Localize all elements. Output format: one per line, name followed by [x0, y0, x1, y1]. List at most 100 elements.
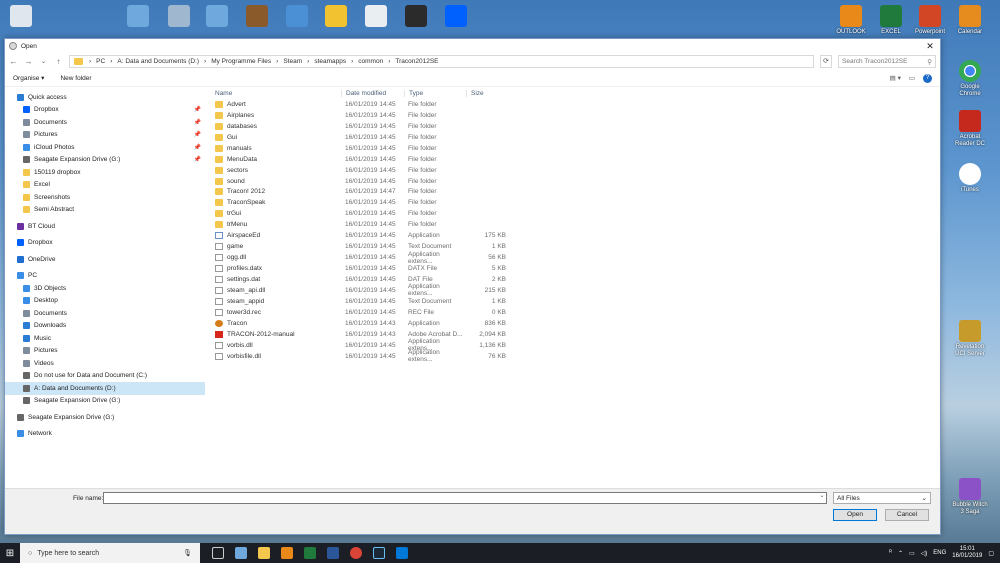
breadcrumb-separator-icon[interactable]: ›: [110, 58, 112, 65]
pin-icon[interactable]: 📌: [194, 144, 201, 151]
file-row[interactable]: steam_api.dll 16/01/2019 14:45 Application…: [205, 283, 940, 297]
nav-item[interactable]: 3D Objects: [5, 282, 205, 295]
desktop-icon-chrome[interactable]: Google Chrome: [951, 60, 989, 98]
nav-item[interactable]: Do not use for Data and Document (C:): [5, 370, 205, 383]
file-name-input[interactable]: [103, 492, 827, 504]
edge-taskbar-icon[interactable]: [396, 547, 408, 559]
nav-item[interactable]: Desktop: [5, 295, 205, 308]
nav-item[interactable]: Documents: [5, 307, 205, 320]
file-row[interactable]: trGui 16/01/2019 14:45 File folder: [205, 208, 940, 219]
nav-item[interactable]: Pictures: [5, 345, 205, 358]
breadcrumb-item[interactable]: Tracon2012SE: [395, 58, 438, 65]
breadcrumb-item[interactable]: steamapps: [314, 58, 346, 65]
desktop-top-icon[interactable]: [246, 5, 268, 27]
cancel-button[interactable]: Cancel: [885, 509, 929, 521]
file-row[interactable]: Tracon 16/01/2019 14:43 Application 836 KB: [205, 318, 940, 329]
pin-icon[interactable]: 📌: [194, 131, 201, 138]
recent-chevron-icon[interactable]: ⌄: [39, 58, 48, 65]
desktop-icon-bubble-witch[interactable]: Bubble Witch 3 Saga: [951, 478, 989, 516]
breadcrumb-separator-icon[interactable]: ›: [388, 58, 390, 65]
excel-taskbar-icon[interactable]: [304, 547, 316, 559]
search-input[interactable]: Search Tracon2012SE: [842, 58, 907, 65]
nav-item[interactable]: Seagate Expansion Drive (G:): [5, 411, 205, 424]
chrome-taskbar-icon[interactable]: [350, 547, 362, 559]
breadcrumb-separator-icon[interactable]: ›: [307, 58, 309, 65]
nav-item[interactable]: Semi Abstract: [5, 204, 205, 217]
search-box[interactable]: Search Tracon2012SE ⚲: [838, 55, 936, 68]
breadcrumb-separator-icon[interactable]: ›: [89, 58, 91, 65]
desktop-top-icon[interactable]: [405, 5, 427, 27]
breadcrumb-separator-icon[interactable]: ›: [276, 58, 278, 65]
show-hidden-icons-icon[interactable]: ⌃: [898, 550, 903, 557]
column-header-type[interactable]: Type: [404, 89, 466, 97]
outlook-taskbar-icon[interactable]: [281, 547, 293, 559]
desktop-top-icon[interactable]: [445, 5, 467, 27]
input-language[interactable]: ENG: [933, 550, 946, 556]
file-row[interactable]: profiles.datx 16/01/2019 14:45 DATX File 5 …: [205, 263, 940, 274]
taskbar-search[interactable]: ○ Type here to search 🎙: [20, 543, 200, 563]
file-row[interactable]: vorbis.dll 16/01/2019 14:45 Application ex…: [205, 338, 940, 352]
file-row[interactable]: TRACON-2012-manual 16/01/2019 14:43 Adobe …: [205, 329, 940, 340]
desktop-top-icon[interactable]: [206, 5, 228, 27]
weather-app-icon[interactable]: [235, 547, 247, 559]
file-row[interactable]: Airplanes 16/01/2019 14:45 File folder: [205, 110, 940, 121]
preview-pane-icon[interactable]: ▭: [909, 74, 915, 83]
nav-item[interactable]: Pictures 📌: [5, 129, 205, 142]
file-row[interactable]: sound 16/01/2019 14:45 File folder: [205, 176, 940, 187]
nav-item[interactable]: iCloud Photos 📌: [5, 141, 205, 154]
microphone-icon[interactable]: 🎙: [183, 549, 192, 557]
desktop-top-icon[interactable]: [127, 5, 149, 27]
forward-arrow-icon[interactable]: →: [24, 57, 33, 66]
desktop-icon-excel[interactable]: EXCEL: [872, 5, 910, 36]
organise-button[interactable]: Organise ▾: [13, 74, 44, 82]
file-row[interactable]: TraconSpeak 16/01/2019 14:45 File folder: [205, 197, 940, 208]
people-icon[interactable]: ᴿ: [889, 550, 892, 556]
desktop-top-icon[interactable]: [325, 5, 347, 27]
nav-item[interactable]: Documents 📌: [5, 116, 205, 129]
breadcrumb-item[interactable]: A: Data and Documents (D:): [117, 58, 199, 65]
nav-item[interactable]: Excel: [5, 179, 205, 192]
open-button[interactable]: Open: [833, 509, 877, 521]
nav-item[interactable]: PC: [5, 270, 205, 283]
pin-icon[interactable]: 📌: [194, 106, 201, 113]
file-row[interactable]: settings.dat 16/01/2019 14:45 DAT File 2 KB: [205, 274, 940, 285]
file-type-select[interactable]: All Files ⌄: [833, 492, 931, 504]
clock[interactable]: 15:01 16/01/2019: [952, 546, 982, 560]
nav-item[interactable]: 150119 dropbox: [5, 166, 205, 179]
nav-item[interactable]: Music: [5, 332, 205, 345]
network-icon[interactable]: ▭: [909, 550, 915, 557]
notifications-icon[interactable]: ▢: [988, 550, 994, 557]
file-row[interactable]: ogg.dll 16/01/2019 14:45 Application exten…: [205, 251, 940, 265]
pin-icon[interactable]: 📌: [194, 119, 201, 126]
file-row[interactable]: steam_appid 16/01/2019 14:45 Text Document…: [205, 296, 940, 307]
nav-item[interactable]: Network: [5, 428, 205, 441]
steam-taskbar-icon[interactable]: [373, 547, 385, 559]
up-arrow-icon[interactable]: ↑: [54, 57, 63, 66]
column-header-date[interactable]: Date modified: [341, 89, 404, 97]
file-row[interactable]: Tracon! 2012 16/01/2019 14:47 File folder: [205, 187, 940, 198]
column-header-size[interactable]: Size: [466, 89, 508, 97]
file-row[interactable]: tower3d.rec 16/01/2019 14:45 REC File 0 KB: [205, 307, 940, 318]
desktop-top-icon[interactable]: [10, 5, 32, 27]
file-row[interactable]: vorbisfile.dll 16/01/2019 14:45 Applicatio…: [205, 349, 940, 363]
task-view-icon[interactable]: [212, 547, 224, 559]
file-row[interactable]: AirspaceEd 16/01/2019 14:45 Application 175…: [205, 230, 940, 241]
file-row[interactable]: Gui 16/01/2019 14:45 File folder: [205, 132, 940, 143]
back-arrow-icon[interactable]: ←: [9, 57, 18, 66]
address-bar[interactable]: › PC › A: Data and Documents (D:) › My Progra…: [69, 55, 814, 68]
column-header-name[interactable]: Name: [205, 90, 341, 97]
view-options-icon[interactable]: ▤ ▾: [890, 74, 901, 83]
breadcrumb-item[interactable]: Steam: [283, 58, 302, 65]
close-icon[interactable]: ✕: [920, 41, 940, 52]
file-row[interactable]: manuals 16/01/2019 14:45 File folder: [205, 143, 940, 154]
volume-icon[interactable]: ◁): [921, 550, 928, 557]
nav-item[interactable]: Seagate Expansion Drive (G:) 📌: [5, 154, 205, 167]
desktop-icon-acrobat[interactable]: Acrobat Reader DC: [951, 110, 989, 148]
desktop-icon-powerpoint[interactable]: Powerpoint: [911, 5, 949, 36]
file-row[interactable]: databases 16/01/2019 14:45 File folder: [205, 121, 940, 132]
nav-item[interactable]: Videos: [5, 357, 205, 370]
file-row[interactable]: Advert 16/01/2019 14:45 File folder: [205, 99, 940, 110]
file-row[interactable]: game 16/01/2019 14:45 Text Document 1 KB: [205, 241, 940, 252]
nav-item[interactable]: Seagate Expansion Drive (G:): [5, 395, 205, 408]
windows-start-icon[interactable]: ⊞: [0, 548, 20, 559]
